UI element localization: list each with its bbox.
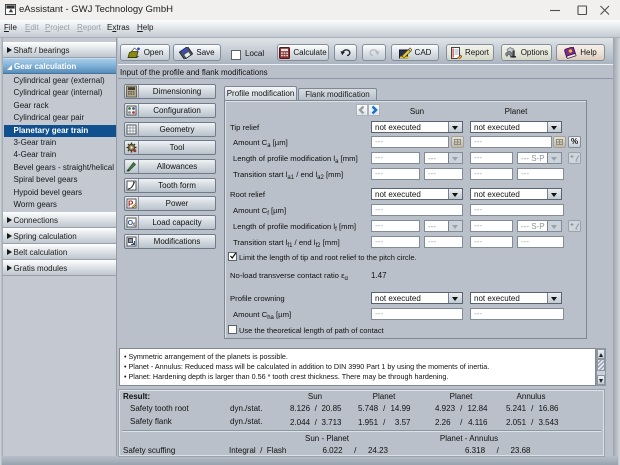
svg-text:x: x (132, 222, 135, 228)
